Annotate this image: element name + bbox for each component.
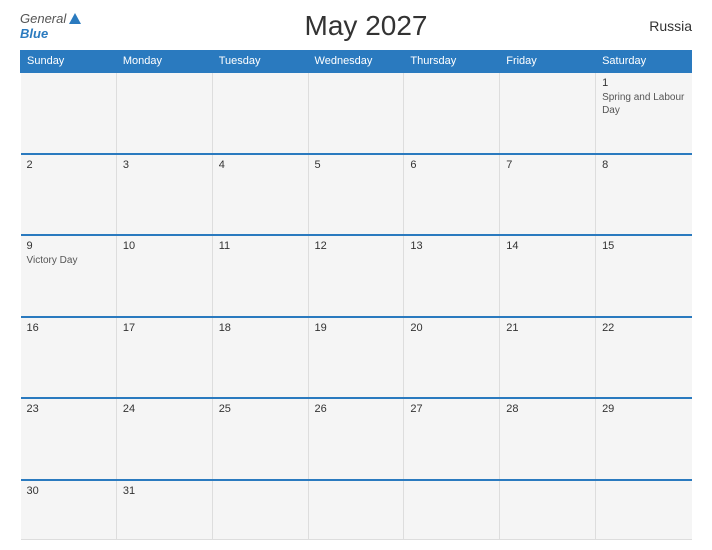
calendar-day-cell xyxy=(404,72,500,154)
header-saturday: Saturday xyxy=(596,51,692,73)
calendar-day-cell: 16 xyxy=(21,317,117,399)
logo-triangle-icon xyxy=(69,13,81,24)
day-number: 15 xyxy=(602,240,685,252)
calendar-day-cell: 14 xyxy=(500,235,596,317)
weekday-header-row: Sunday Monday Tuesday Wednesday Thursday… xyxy=(21,51,692,73)
header-wednesday: Wednesday xyxy=(308,51,404,73)
day-number: 28 xyxy=(506,403,589,415)
calendar-day-cell: 2 xyxy=(21,154,117,236)
day-event-label: Victory Day xyxy=(27,255,78,266)
header-tuesday: Tuesday xyxy=(212,51,308,73)
day-number: 21 xyxy=(506,322,589,334)
calendar-day-cell: 17 xyxy=(116,317,212,399)
calendar-week-row: 30 31 xyxy=(21,480,692,540)
day-event-label: Spring and Labour Day xyxy=(602,92,684,116)
day-number: 16 xyxy=(27,322,110,334)
day-number: 23 xyxy=(27,403,110,415)
calendar-day-cell xyxy=(308,480,404,540)
calendar-day-cell xyxy=(308,72,404,154)
day-number: 22 xyxy=(602,322,685,334)
calendar-day-cell xyxy=(116,72,212,154)
calendar-week-row: 16 17 18 19 20 21 22 xyxy=(21,317,692,399)
calendar-day-cell xyxy=(212,480,308,540)
day-number: 26 xyxy=(315,403,398,415)
day-number: 11 xyxy=(219,240,302,252)
day-number: 27 xyxy=(410,403,493,415)
header-friday: Friday xyxy=(500,51,596,73)
calendar-day-cell: 5 xyxy=(308,154,404,236)
page: General Blue May 2027 Russia Sunday Mond… xyxy=(0,0,712,550)
calendar-day-cell: 27 xyxy=(404,398,500,480)
calendar-day-cell: 31 xyxy=(116,480,212,540)
day-number: 4 xyxy=(219,159,302,171)
calendar-day-cell: 11 xyxy=(212,235,308,317)
day-number: 13 xyxy=(410,240,493,252)
logo: General Blue xyxy=(20,11,100,41)
calendar-day-cell: 23 xyxy=(21,398,117,480)
calendar-week-row: 23 24 25 26 27 28 29 xyxy=(21,398,692,480)
calendar-day-cell: 19 xyxy=(308,317,404,399)
calendar-day-cell: 29 xyxy=(596,398,692,480)
calendar-day-cell: 10 xyxy=(116,235,212,317)
day-number: 6 xyxy=(410,159,493,171)
day-number: 12 xyxy=(315,240,398,252)
calendar-day-cell xyxy=(21,72,117,154)
country-label: Russia xyxy=(632,18,692,34)
day-number: 7 xyxy=(506,159,589,171)
day-number: 17 xyxy=(123,322,206,334)
day-number: 9 xyxy=(27,240,110,252)
calendar-day-cell: 8 xyxy=(596,154,692,236)
day-number: 20 xyxy=(410,322,493,334)
logo-blue-text: Blue xyxy=(20,26,48,41)
calendar-day-cell: 13 xyxy=(404,235,500,317)
day-number: 8 xyxy=(602,159,685,171)
calendar-day-cell xyxy=(500,480,596,540)
day-number: 31 xyxy=(123,485,206,497)
calendar-day-cell: 6 xyxy=(404,154,500,236)
calendar-day-cell: 4 xyxy=(212,154,308,236)
calendar-day-cell xyxy=(596,480,692,540)
day-number: 5 xyxy=(315,159,398,171)
day-number: 18 xyxy=(219,322,302,334)
calendar-day-cell: 7 xyxy=(500,154,596,236)
calendar-day-cell: 22 xyxy=(596,317,692,399)
day-number: 29 xyxy=(602,403,685,415)
calendar-day-cell: 28 xyxy=(500,398,596,480)
calendar-week-row: 1 Spring and Labour Day xyxy=(21,72,692,154)
calendar-day-cell: 24 xyxy=(116,398,212,480)
calendar-day-cell xyxy=(404,480,500,540)
day-number: 3 xyxy=(123,159,206,171)
calendar-table: Sunday Monday Tuesday Wednesday Thursday… xyxy=(20,50,692,540)
calendar-day-cell xyxy=(212,72,308,154)
day-number: 25 xyxy=(219,403,302,415)
calendar-day-cell: 9 Victory Day xyxy=(21,235,117,317)
calendar-day-cell: 25 xyxy=(212,398,308,480)
calendar-day-cell xyxy=(500,72,596,154)
header: General Blue May 2027 Russia xyxy=(20,10,692,42)
day-number: 24 xyxy=(123,403,206,415)
calendar-day-cell: 12 xyxy=(308,235,404,317)
day-number: 1 xyxy=(602,77,685,89)
calendar-day-cell: 20 xyxy=(404,317,500,399)
calendar-week-row: 9 Victory Day 10 11 12 13 14 15 xyxy=(21,235,692,317)
calendar-day-cell: 15 xyxy=(596,235,692,317)
day-number: 10 xyxy=(123,240,206,252)
calendar-day-cell: 21 xyxy=(500,317,596,399)
calendar-day-cell: 3 xyxy=(116,154,212,236)
day-number: 14 xyxy=(506,240,589,252)
header-sunday: Sunday xyxy=(21,51,117,73)
calendar-week-row: 2 3 4 56 7 8 xyxy=(21,154,692,236)
header-thursday: Thursday xyxy=(404,51,500,73)
day-number: 19 xyxy=(315,322,398,334)
logo-general-text: General xyxy=(20,11,66,26)
calendar-day-cell: 30 xyxy=(21,480,117,540)
calendar-day-cell: 26 xyxy=(308,398,404,480)
day-number: 2 xyxy=(27,159,110,171)
calendar-title: May 2027 xyxy=(100,10,632,42)
day-number: 30 xyxy=(27,485,110,497)
header-monday: Monday xyxy=(116,51,212,73)
calendar-day-cell: 18 xyxy=(212,317,308,399)
calendar-day-cell: 1 Spring and Labour Day xyxy=(596,72,692,154)
